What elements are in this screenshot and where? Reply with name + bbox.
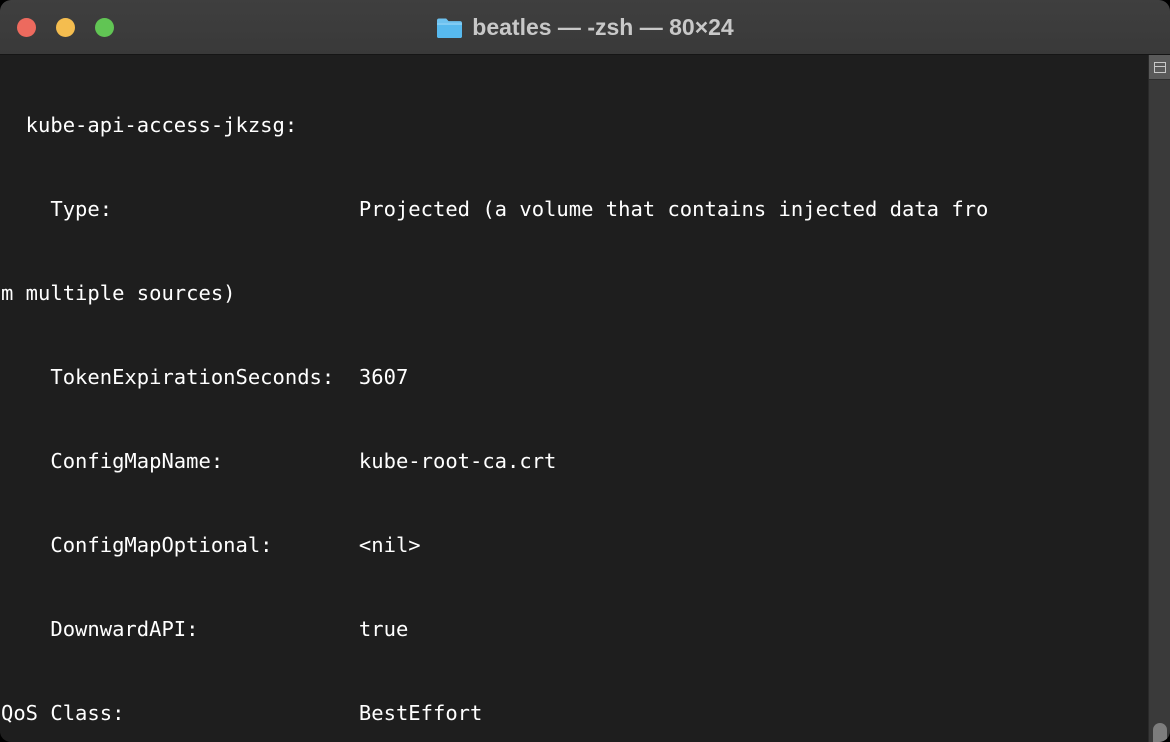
terminal-line: DownwardAPI: true [1,617,409,641]
terminal-line: ConfigMapOptional: <nil> [1,533,421,557]
window-title: beatles — -zsh — 80×24 [472,14,734,40]
scrollbar-thumb[interactable] [1153,723,1167,742]
minimize-button[interactable] [56,18,75,37]
terminal-line: QoS Class: BestEffort [1,701,483,725]
title-bar[interactable]: beatles — -zsh — 80×24 [0,0,1170,55]
title-bar-center: beatles — -zsh — 80×24 [0,0,1170,55]
folder-icon [436,16,463,39]
terminal-screen[interactable]: kube-api-access-jkzsg: Type: Projected (… [0,55,1170,742]
close-button[interactable] [17,18,36,37]
split-pane-icon [1153,61,1166,73]
terminal-window: beatles — -zsh — 80×24 kube-api-access-j… [0,0,1170,742]
vertical-scrollbar[interactable] [1148,55,1170,742]
window-controls [17,0,114,55]
terminal-line: kube-api-access-jkzsg: [1,113,298,137]
terminal-line: m multiple sources) [1,281,236,305]
split-pane-button[interactable] [1149,55,1170,80]
terminal-line: TokenExpirationSeconds: 3607 [1,365,409,389]
maximize-button[interactable] [95,18,114,37]
terminal-line: ConfigMapName: kube-root-ca.crt [1,449,557,473]
terminal-line: Type: Projected (a volume that contains … [1,197,989,221]
terminal-body[interactable]: kube-api-access-jkzsg: Type: Projected (… [0,55,1170,742]
